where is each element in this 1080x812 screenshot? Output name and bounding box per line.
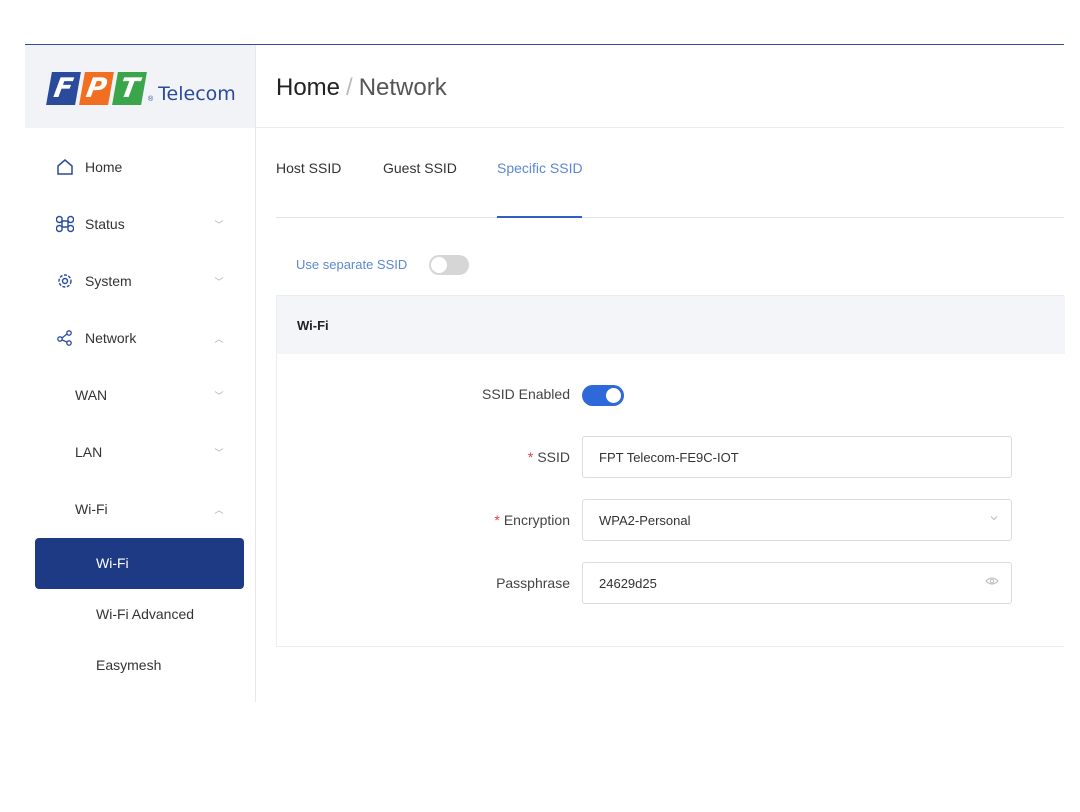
- logo-letter-p: P: [79, 72, 114, 105]
- encryption-value: WPA2-Personal: [599, 513, 691, 528]
- passphrase-value: 24629d25: [599, 576, 657, 591]
- passphrase-label: Passphrase: [496, 575, 570, 591]
- share-icon: [55, 328, 75, 348]
- separate-ssid-label: Use separate SSID: [296, 257, 408, 272]
- sidebar-item-wifi-active[interactable]: Wi-Fi: [35, 538, 244, 589]
- sidebar-item-network[interactable]: Network ︿: [25, 323, 255, 353]
- home-icon: [55, 157, 75, 177]
- sidebar-item-label: Network: [85, 330, 137, 346]
- sidebar: F P T ® Telecom Home Status ﹀ System ﹀ N…: [25, 45, 256, 702]
- tab-guest-ssid[interactable]: Guest SSID: [383, 160, 457, 176]
- chevron-down-icon: ﹀: [214, 219, 224, 230]
- ssid-label: * SSID: [460, 449, 570, 465]
- encryption-select[interactable]: WPA2-Personal: [582, 499, 1012, 541]
- sidebar-item-status[interactable]: Status ﹀: [25, 209, 255, 239]
- tab-specific-ssid[interactable]: Specific SSID: [497, 160, 583, 176]
- sidebar-item-label: Wi-Fi: [75, 501, 108, 517]
- sidebar-item-lan[interactable]: LAN ﹀: [25, 437, 255, 467]
- logo-area: F P T ® Telecom: [25, 45, 255, 128]
- separate-ssid-toggle[interactable]: [429, 255, 469, 275]
- required-mark: *: [527, 449, 534, 465]
- logo-registered-mark: ®: [148, 96, 154, 103]
- ssid-label-text: SSID: [537, 449, 570, 465]
- toggle-knob: [431, 257, 447, 273]
- breadcrumb-home[interactable]: Home: [276, 74, 340, 101]
- breadcrumb-separator: /: [346, 74, 353, 101]
- ssid-field[interactable]: FPT Telecom-FE9C-IOT: [582, 436, 1012, 478]
- ssid-enabled-toggle[interactable]: [582, 385, 624, 406]
- logo-text: Telecom: [158, 83, 236, 105]
- required-mark: *: [494, 512, 500, 528]
- sidebar-item-wan[interactable]: WAN ﹀: [25, 380, 255, 410]
- sidebar-item-label: Wi-Fi: [96, 555, 129, 571]
- chevron-down-icon: ﹀: [214, 390, 224, 401]
- sidebar-item-label: WAN: [75, 387, 108, 403]
- active-tab-indicator: [497, 216, 582, 218]
- ssid-enabled-label: SSID Enabled: [482, 386, 570, 402]
- sidebar-item-label: System: [85, 273, 132, 289]
- chevron-up-icon: ︿: [214, 504, 224, 515]
- logo-letter-t: T: [112, 72, 147, 105]
- chevron-down-icon: ﹀: [214, 447, 224, 458]
- passphrase-field[interactable]: 24629d25: [582, 562, 1012, 604]
- sidebar-item-label: Status: [85, 216, 125, 232]
- chevron-up-icon: ︿: [214, 333, 224, 344]
- tab-host-ssid[interactable]: Host SSID: [276, 160, 341, 176]
- sidebar-item-label: Easymesh: [96, 657, 162, 673]
- eye-icon[interactable]: [985, 576, 999, 589]
- encryption-label-text: Encryption: [503, 512, 570, 528]
- sidebar-item-label: LAN: [75, 444, 103, 460]
- ssid-value: FPT Telecom-FE9C-IOT: [599, 450, 739, 465]
- card-header: Wi-Fi: [277, 296, 1065, 354]
- breadcrumb-current: Network: [358, 74, 447, 101]
- command-icon: [55, 214, 75, 234]
- sidebar-item-wifi-group[interactable]: Wi-Fi ︿: [25, 494, 255, 524]
- card-title: Wi-Fi: [297, 318, 329, 333]
- breadcrumb: Home / Network: [276, 74, 447, 102]
- fpt-telecom-logo[interactable]: F P T ® Telecom: [46, 72, 236, 105]
- sidebar-item-easymesh[interactable]: Easymesh: [25, 650, 255, 680]
- logo-letter-f: F: [46, 72, 81, 105]
- encryption-label: * Encryption: [460, 512, 570, 528]
- chevron-down-icon: [989, 513, 999, 526]
- header-divider: [256, 127, 1064, 128]
- tabs-divider: [276, 217, 1064, 218]
- sidebar-item-system[interactable]: System ﹀: [25, 266, 255, 296]
- sidebar-item-label: Home: [85, 159, 123, 175]
- sidebar-item-label: Wi-Fi Advanced: [96, 606, 195, 622]
- sidebar-item-wifi-advanced[interactable]: Wi-Fi Advanced: [25, 599, 255, 629]
- toggle-knob: [606, 388, 621, 403]
- chevron-down-icon: ﹀: [214, 276, 224, 287]
- gear-icon: [55, 271, 75, 291]
- sidebar-item-home[interactable]: Home: [25, 152, 255, 182]
